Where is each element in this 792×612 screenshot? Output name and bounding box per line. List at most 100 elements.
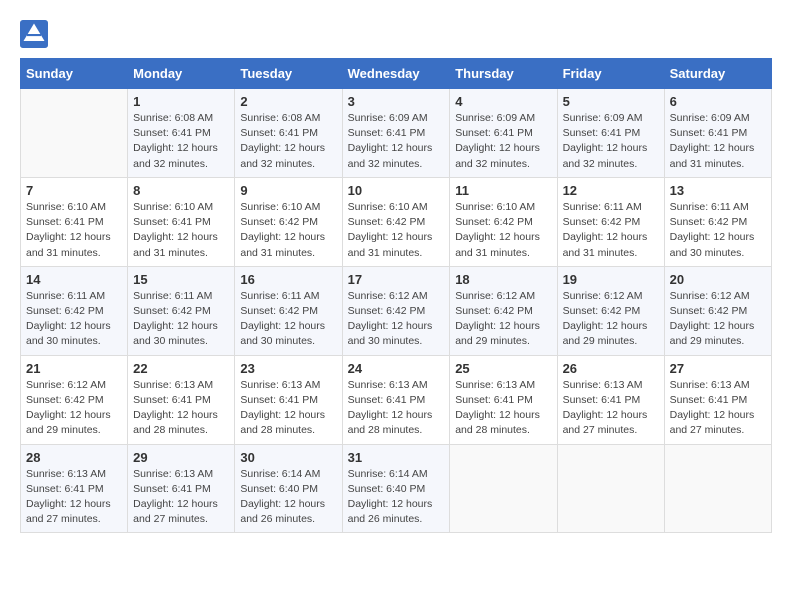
day-number: 10 [348, 183, 445, 198]
calendar-cell: 2 Sunrise: 6:08 AM Sunset: 6:41 PM Daylig… [235, 89, 342, 178]
calendar-cell: 23 Sunrise: 6:13 AM Sunset: 6:41 PM Dayli… [235, 355, 342, 444]
day-info: Sunrise: 6:10 AM Sunset: 6:42 PM Dayligh… [455, 200, 551, 261]
day-info: Sunrise: 6:09 AM Sunset: 6:41 PM Dayligh… [670, 111, 766, 172]
day-number: 12 [563, 183, 659, 198]
day-info: Sunrise: 6:09 AM Sunset: 6:41 PM Dayligh… [348, 111, 445, 172]
day-info: Sunrise: 6:10 AM Sunset: 6:41 PM Dayligh… [26, 200, 122, 261]
day-info: Sunrise: 6:14 AM Sunset: 6:40 PM Dayligh… [348, 467, 445, 528]
day-info: Sunrise: 6:13 AM Sunset: 6:41 PM Dayligh… [455, 378, 551, 439]
calendar-week-row: 14Sunrise: 6:11 AM Sunset: 6:42 PM Dayli… [21, 266, 772, 355]
calendar-cell: 17Sunrise: 6:12 AM Sunset: 6:42 PM Dayli… [342, 266, 450, 355]
day-number: 23 [240, 361, 336, 376]
calendar-week-row: 28 Sunrise: 6:13 AM Sunset: 6:41 PM Dayli… [21, 444, 772, 533]
calendar-cell: 28 Sunrise: 6:13 AM Sunset: 6:41 PM Dayli… [21, 444, 128, 533]
day-info: Sunrise: 6:10 AM Sunset: 6:41 PM Dayligh… [133, 200, 229, 261]
weekday-header-saturday: Saturday [664, 59, 771, 89]
day-number: 26 [563, 361, 659, 376]
weekday-header-row: SundayMondayTuesdayWednesdayThursdayFrid… [21, 59, 772, 89]
calendar-cell: 25 Sunrise: 6:13 AM Sunset: 6:41 PM Dayli… [450, 355, 557, 444]
calendar-cell: 13 Sunrise: 6:11 AM Sunset: 6:42 PM Dayli… [664, 177, 771, 266]
calendar-cell: 31Sunrise: 6:14 AM Sunset: 6:40 PM Dayli… [342, 444, 450, 533]
day-info: Sunrise: 6:13 AM Sunset: 6:41 PM Dayligh… [240, 378, 336, 439]
day-info: Sunrise: 6:11 AM Sunset: 6:42 PM Dayligh… [133, 289, 229, 350]
calendar-cell: 16Sunrise: 6:11 AM Sunset: 6:42 PM Dayli… [235, 266, 342, 355]
day-number: 4 [455, 94, 551, 109]
day-number: 19 [563, 272, 659, 287]
calendar-cell: 29 Sunrise: 6:13 AM Sunset: 6:41 PM Dayli… [128, 444, 235, 533]
calendar-cell: 10 Sunrise: 6:10 AM Sunset: 6:42 PM Dayli… [342, 177, 450, 266]
day-number: 20 [670, 272, 766, 287]
day-number: 8 [133, 183, 229, 198]
calendar-cell: 14Sunrise: 6:11 AM Sunset: 6:42 PM Dayli… [21, 266, 128, 355]
day-info: Sunrise: 6:11 AM Sunset: 6:42 PM Dayligh… [26, 289, 122, 350]
day-info: Sunrise: 6:12 AM Sunset: 6:42 PM Dayligh… [455, 289, 551, 350]
calendar-cell: 9Sunrise: 6:10 AM Sunset: 6:42 PM Daylig… [235, 177, 342, 266]
day-info: Sunrise: 6:11 AM Sunset: 6:42 PM Dayligh… [240, 289, 336, 350]
calendar-cell [450, 444, 557, 533]
day-number: 13 [670, 183, 766, 198]
day-info: Sunrise: 6:10 AM Sunset: 6:42 PM Dayligh… [240, 200, 336, 261]
calendar-cell: 4 Sunrise: 6:09 AM Sunset: 6:41 PM Daylig… [450, 89, 557, 178]
calendar-cell: 20Sunrise: 6:12 AM Sunset: 6:42 PM Dayli… [664, 266, 771, 355]
day-number: 5 [563, 94, 659, 109]
day-number: 7 [26, 183, 122, 198]
day-info: Sunrise: 6:09 AM Sunset: 6:41 PM Dayligh… [455, 111, 551, 172]
weekday-header-tuesday: Tuesday [235, 59, 342, 89]
weekday-header-wednesday: Wednesday [342, 59, 450, 89]
weekday-header-thursday: Thursday [450, 59, 557, 89]
day-info: Sunrise: 6:11 AM Sunset: 6:42 PM Dayligh… [670, 200, 766, 261]
calendar-cell: 21 Sunrise: 6:12 AM Sunset: 6:42 PM Dayli… [21, 355, 128, 444]
calendar-week-row: 21 Sunrise: 6:12 AM Sunset: 6:42 PM Dayli… [21, 355, 772, 444]
day-number: 27 [670, 361, 766, 376]
calendar-cell: 30 Sunrise: 6:14 AM Sunset: 6:40 PM Dayli… [235, 444, 342, 533]
day-info: Sunrise: 6:10 AM Sunset: 6:42 PM Dayligh… [348, 200, 445, 261]
calendar-cell: 22Sunrise: 6:13 AM Sunset: 6:41 PM Dayli… [128, 355, 235, 444]
logo-icon [20, 20, 48, 48]
day-number: 25 [455, 361, 551, 376]
calendar-week-row: 1 Sunrise: 6:08 AM Sunset: 6:41 PM Daylig… [21, 89, 772, 178]
day-number: 11 [455, 183, 551, 198]
day-number: 17 [348, 272, 445, 287]
day-number: 18 [455, 272, 551, 287]
calendar-cell: 5 Sunrise: 6:09 AM Sunset: 6:41 PM Daylig… [557, 89, 664, 178]
calendar-cell: 26 Sunrise: 6:13 AM Sunset: 6:41 PM Dayli… [557, 355, 664, 444]
calendar-cell: 12 Sunrise: 6:11 AM Sunset: 6:42 PM Dayli… [557, 177, 664, 266]
day-info: Sunrise: 6:13 AM Sunset: 6:41 PM Dayligh… [133, 378, 229, 439]
weekday-header-sunday: Sunday [21, 59, 128, 89]
logo [20, 20, 52, 48]
calendar-cell: 6Sunrise: 6:09 AM Sunset: 6:41 PM Daylig… [664, 89, 771, 178]
calendar-week-row: 7 Sunrise: 6:10 AM Sunset: 6:41 PM Daylig… [21, 177, 772, 266]
page-header [20, 20, 772, 48]
calendar-table: SundayMondayTuesdayWednesdayThursdayFrid… [20, 58, 772, 533]
day-info: Sunrise: 6:13 AM Sunset: 6:41 PM Dayligh… [133, 467, 229, 528]
day-info: Sunrise: 6:12 AM Sunset: 6:42 PM Dayligh… [26, 378, 122, 439]
calendar-cell: 27 Sunrise: 6:13 AM Sunset: 6:41 PM Dayli… [664, 355, 771, 444]
day-info: Sunrise: 6:12 AM Sunset: 6:42 PM Dayligh… [563, 289, 659, 350]
day-info: Sunrise: 6:13 AM Sunset: 6:41 PM Dayligh… [563, 378, 659, 439]
day-info: Sunrise: 6:08 AM Sunset: 6:41 PM Dayligh… [133, 111, 229, 172]
day-number: 15 [133, 272, 229, 287]
day-number: 24 [348, 361, 445, 376]
day-number: 3 [348, 94, 445, 109]
day-number: 28 [26, 450, 122, 465]
day-info: Sunrise: 6:09 AM Sunset: 6:41 PM Dayligh… [563, 111, 659, 172]
day-info: Sunrise: 6:13 AM Sunset: 6:41 PM Dayligh… [670, 378, 766, 439]
day-number: 1 [133, 94, 229, 109]
day-info: Sunrise: 6:14 AM Sunset: 6:40 PM Dayligh… [240, 467, 336, 528]
calendar-cell [21, 89, 128, 178]
calendar-cell: 1 Sunrise: 6:08 AM Sunset: 6:41 PM Daylig… [128, 89, 235, 178]
day-number: 2 [240, 94, 336, 109]
day-info: Sunrise: 6:08 AM Sunset: 6:41 PM Dayligh… [240, 111, 336, 172]
weekday-header-monday: Monday [128, 59, 235, 89]
day-number: 30 [240, 450, 336, 465]
day-number: 29 [133, 450, 229, 465]
calendar-cell: 3 Sunrise: 6:09 AM Sunset: 6:41 PM Daylig… [342, 89, 450, 178]
day-number: 21 [26, 361, 122, 376]
day-info: Sunrise: 6:11 AM Sunset: 6:42 PM Dayligh… [563, 200, 659, 261]
calendar-cell: 11 Sunrise: 6:10 AM Sunset: 6:42 PM Dayli… [450, 177, 557, 266]
calendar-cell: 7 Sunrise: 6:10 AM Sunset: 6:41 PM Daylig… [21, 177, 128, 266]
day-info: Sunrise: 6:13 AM Sunset: 6:41 PM Dayligh… [348, 378, 445, 439]
calendar-cell: 18 Sunrise: 6:12 AM Sunset: 6:42 PM Dayli… [450, 266, 557, 355]
calendar-cell: 24 Sunrise: 6:13 AM Sunset: 6:41 PM Dayli… [342, 355, 450, 444]
day-info: Sunrise: 6:13 AM Sunset: 6:41 PM Dayligh… [26, 467, 122, 528]
